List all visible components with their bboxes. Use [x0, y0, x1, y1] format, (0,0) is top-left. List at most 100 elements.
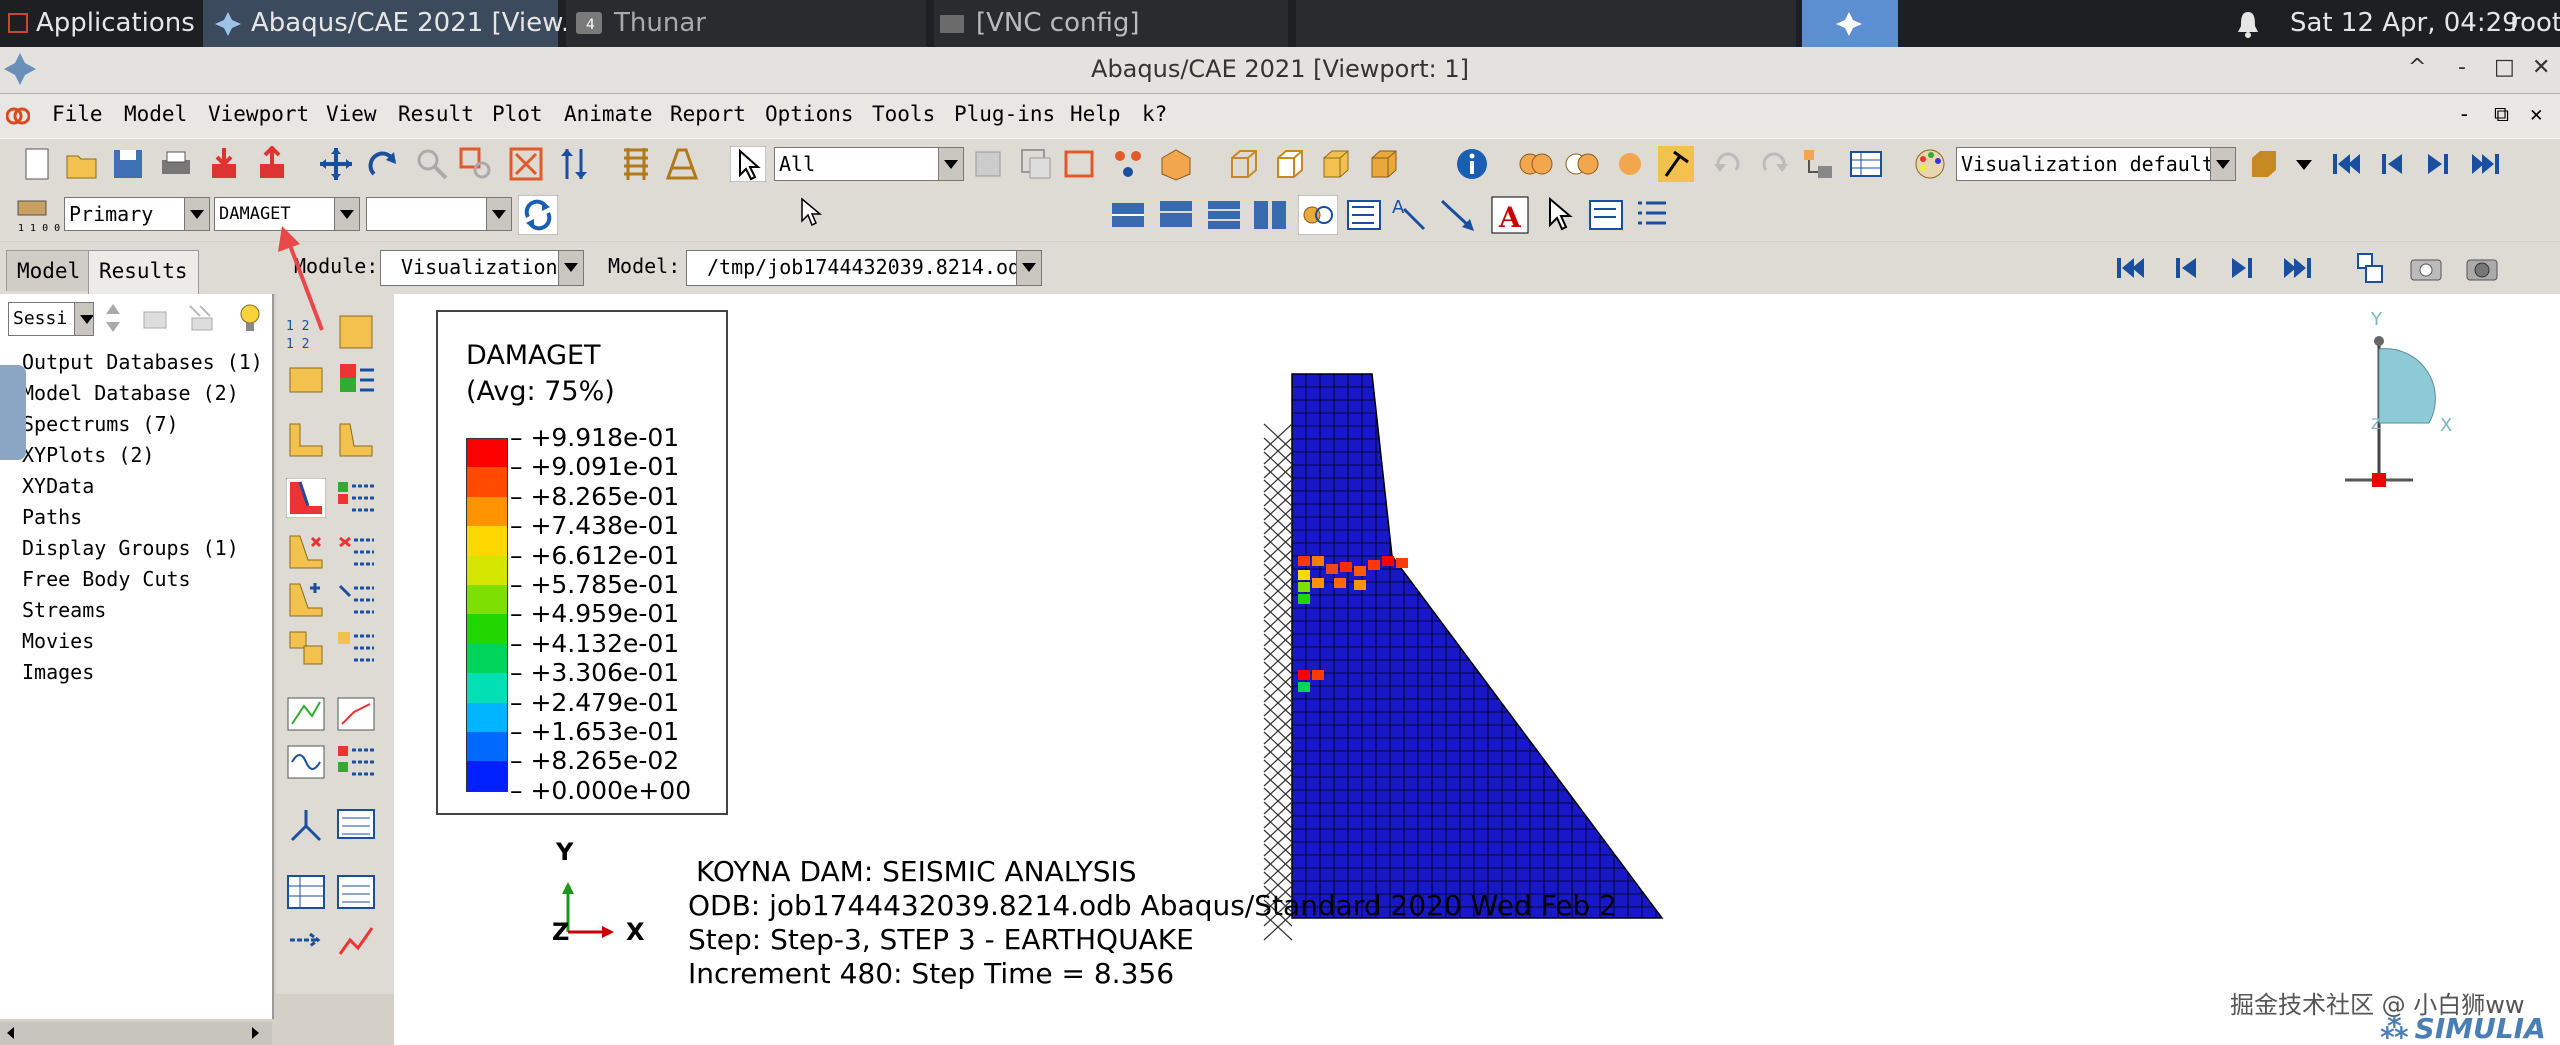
tile-horizontal-icon[interactable]	[1108, 195, 1148, 235]
first-frame-icon[interactable]	[2328, 146, 2364, 182]
sort-arrows-icon[interactable]	[100, 300, 126, 336]
cycle-views-icon[interactable]	[556, 146, 592, 182]
view-orientation-triad[interactable]: Y X Z	[2325, 305, 2475, 495]
select-in-window-icon[interactable]	[1018, 146, 1054, 182]
menu-viewport[interactable]: Viewport	[208, 102, 309, 126]
drag-shape-icon[interactable]	[1062, 146, 1098, 182]
collapse-tree-icon[interactable]	[138, 300, 174, 336]
taskbar-active-window[interactable]	[1802, 0, 1898, 47]
module-select[interactable]: Visualization	[380, 250, 584, 286]
selection-filter-select[interactable]: All	[774, 147, 964, 181]
tree-item-xydata[interactable]: XYData	[22, 474, 94, 498]
menu-report[interactable]: Report	[670, 102, 746, 126]
import-icon[interactable]	[206, 146, 242, 182]
plot-symbols-icon[interactable]	[286, 532, 326, 572]
camera-icon[interactable]	[2408, 250, 2444, 286]
symbol-options-icon[interactable]	[336, 532, 376, 572]
plot-contours-deformed-icon[interactable]	[336, 420, 376, 460]
mdi-restore-button[interactable]: ⧉	[2494, 102, 2509, 127]
applications-menu[interactable]: Applications	[0, 0, 195, 47]
tree-item-display-groups[interactable]: Display Groups (1)	[22, 536, 239, 560]
arrow-annotation-icon[interactable]	[1438, 195, 1478, 235]
last-frame-icon[interactable]	[2280, 250, 2316, 286]
free-body-manager-icon[interactable]	[336, 804, 376, 844]
refresh-icon[interactable]	[518, 195, 558, 235]
tree-item-paths[interactable]: Paths	[22, 505, 82, 529]
tree-item-output-databases[interactable]: Output Databases (1)	[22, 350, 263, 374]
first-frame-icon[interactable]	[2112, 250, 2148, 286]
create-free-body-cut-icon[interactable]	[286, 804, 326, 844]
tree-item-model-database[interactable]: Model Database (2)	[22, 381, 239, 405]
render-wireframe-icon[interactable]	[1226, 146, 1262, 182]
menu-plot[interactable]: Plot	[492, 102, 543, 126]
pan-icon[interactable]	[318, 146, 354, 182]
taskbar-vnc-config[interactable]: [VNC config]	[934, 0, 1288, 47]
tree-item-images[interactable]: Images	[22, 660, 94, 684]
xy-data-manager-icon[interactable]	[336, 872, 376, 912]
auto-fit-icon[interactable]	[508, 146, 544, 182]
lightbulb-icon[interactable]	[232, 300, 268, 336]
menu-view[interactable]: View	[326, 102, 377, 126]
text-annotation-icon[interactable]: A	[1490, 195, 1530, 235]
window-maximize-button[interactable]: □	[2494, 55, 2515, 80]
session-filter-select[interactable]: Sessi	[8, 302, 94, 336]
window-titlebar[interactable]: Abaqus/CAE 2021 [Viewport: 1] ^ - □ ✕	[0, 47, 2560, 94]
plot-undeformed-icon[interactable]: 1 21 2	[286, 312, 326, 352]
render-shaded-icon[interactable]	[1366, 146, 1402, 182]
render-filled-icon[interactable]	[1318, 146, 1354, 182]
notification-bell-icon[interactable]	[2235, 0, 2261, 47]
annotation-list-icon[interactable]	[1632, 195, 1672, 235]
menu-tools[interactable]: Tools	[872, 102, 935, 126]
contour-options-list-icon[interactable]	[336, 478, 376, 518]
menu-plugins[interactable]: Plug-ins	[954, 102, 1055, 126]
previous-frame-icon[interactable]	[2374, 146, 2410, 182]
menu-model[interactable]: Model	[124, 102, 187, 126]
menu-result[interactable]: Result	[398, 102, 474, 126]
export-icon[interactable]	[254, 146, 290, 182]
field-output-step-icon[interactable]: 1 1 0 0	[16, 195, 60, 235]
xy-plot-arrow-icon[interactable]	[286, 920, 326, 960]
copy-viewport-icon[interactable]	[2352, 250, 2388, 286]
annotation-manager-icon[interactable]	[1586, 195, 1626, 235]
sphere-icon[interactable]	[1612, 146, 1648, 182]
menu-options[interactable]: Options	[765, 102, 854, 126]
query-pin-icon[interactable]	[1658, 146, 1694, 182]
plot-contours-undeformed-icon[interactable]	[286, 420, 326, 460]
mdi-close-button[interactable]: ✕	[2530, 102, 2543, 126]
animation-options-icon[interactable]	[336, 742, 376, 782]
next-frame-icon[interactable]	[2420, 146, 2456, 182]
tile-stacked-icon[interactable]	[1204, 195, 1244, 235]
select-arrow-icon[interactable]	[730, 146, 766, 182]
create-xy-data-icon[interactable]	[286, 872, 326, 912]
superimpose-options-icon[interactable]	[336, 628, 376, 668]
menu-context-help[interactable]: k?	[1142, 102, 1167, 126]
undo-icon[interactable]	[1710, 146, 1746, 182]
viewport-annotation-icon[interactable]	[1298, 195, 1338, 235]
tile-vertical-icon[interactable]	[1250, 195, 1290, 235]
save-icon[interactable]	[110, 146, 146, 182]
render-hidden-icon[interactable]	[1272, 146, 1308, 182]
menu-help[interactable]: Help	[1070, 102, 1121, 126]
panel-clock[interactable]: Sat 12 Apr, 04:29	[2290, 0, 2519, 47]
taskbar-thunar[interactable]: 4 Thunar	[566, 0, 926, 47]
contour-options-icon[interactable]	[336, 360, 376, 400]
scroll-right-icon[interactable]	[246, 1024, 264, 1042]
legend-options-icon[interactable]	[1344, 195, 1384, 235]
view-cut-options-icon[interactable]	[664, 146, 700, 182]
open-folder-icon[interactable]	[64, 146, 100, 182]
previous-frame-icon[interactable]	[2168, 250, 2204, 286]
window-shade-button[interactable]: ^	[2408, 55, 2426, 80]
output-variable-select[interactable]: DAMAGET	[214, 197, 360, 231]
output-component-select[interactable]	[366, 197, 512, 231]
tree-item-spectrums[interactable]: Spectrums (7)	[22, 412, 179, 436]
side-panel-grip[interactable]	[0, 365, 26, 460]
selection-3d-icon[interactable]	[1158, 146, 1194, 182]
menu-animate[interactable]: Animate	[564, 102, 653, 126]
tree-item-xyplots[interactable]: XYPlots (2)	[22, 443, 154, 467]
plot-contours-icon[interactable]	[286, 478, 326, 518]
select-objects-icon[interactable]	[1110, 146, 1146, 182]
tab-results[interactable]: Results	[88, 250, 199, 295]
tree-item-streams[interactable]: Streams	[22, 598, 106, 622]
menu-file[interactable]: File	[52, 102, 103, 126]
zoom-icon[interactable]	[414, 146, 450, 182]
